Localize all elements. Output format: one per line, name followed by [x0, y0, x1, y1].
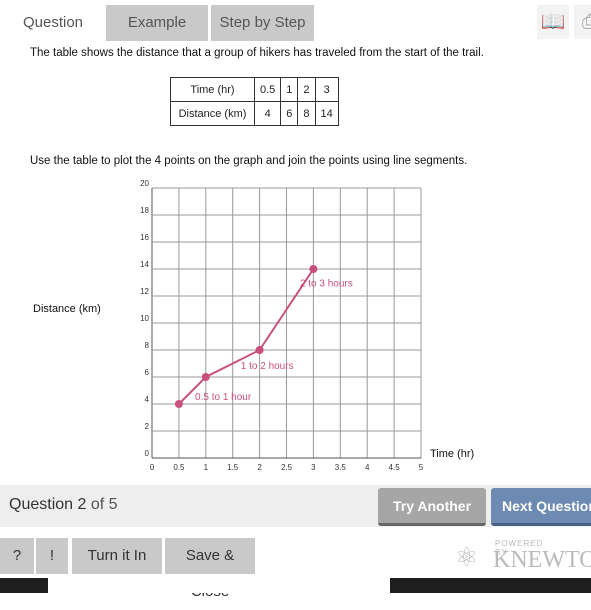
tab-question[interactable]: Question	[8, 5, 98, 41]
help-button[interactable]: ?	[0, 538, 34, 574]
print-icon[interactable]: ⎙	[574, 5, 591, 39]
x-tick-label: 0.5	[173, 463, 185, 472]
x-tick-label: 4.5	[389, 463, 401, 472]
atom-icon: ⚛	[455, 542, 479, 572]
series-line	[178, 268, 315, 405]
x-tick-label: 2.5	[281, 463, 293, 472]
segment-annotation: 1 to 2 hours	[241, 361, 294, 372]
y-tick-label: 14	[140, 260, 149, 269]
x-tick-label: 4	[365, 463, 370, 472]
x-tick-label: 3.5	[335, 463, 347, 472]
x-tick-label: 2	[257, 463, 262, 472]
y-axis-label: Distance (km)	[33, 303, 101, 315]
book-icon[interactable]: 📖	[537, 5, 569, 39]
y-tick-label: 20	[140, 180, 149, 188]
table-cell: 6	[280, 101, 299, 126]
x-axis-label: Time (hr)	[430, 448, 474, 460]
intro-text: The table shows the distance that a grou…	[30, 47, 484, 59]
table-cell: 8	[297, 101, 316, 126]
table-cell: 14	[314, 101, 339, 126]
tab-step-by-step[interactable]: Step by Step	[211, 5, 314, 41]
question-footer-bar: Question 2 of 5 Try Another Next Questio…	[0, 485, 591, 527]
table-cell: Distance (km)	[170, 101, 255, 126]
x-tick-label: 0	[150, 463, 155, 472]
y-tick-label: 2	[145, 422, 150, 431]
tab-example[interactable]: Example	[106, 5, 208, 41]
brand-name: KNEWTON	[493, 547, 591, 573]
data-point	[309, 265, 318, 273]
table-cell: 0.5	[253, 77, 282, 102]
x-tick-label: 3	[311, 463, 316, 472]
table-cell: Time (hr)	[170, 77, 255, 102]
data-point	[201, 373, 210, 381]
x-tick-label: 1	[204, 463, 209, 472]
table-cell: 3	[314, 77, 339, 102]
y-tick-label: 4	[145, 395, 150, 404]
start-button[interactable]	[0, 578, 48, 593]
y-tick-label: 6	[145, 368, 150, 377]
table-cell: 4	[253, 101, 282, 126]
x-tick-label: 5	[419, 463, 424, 472]
y-tick-label: 0	[145, 449, 150, 458]
distance-time-graph[interactable]: 0 0.5 1 1.5 2 2.5 3 3.5 4 4.5 5 0 2 4 6 8 10 12 14 16 18 20 Ti…	[130, 180, 480, 475]
next-question-button[interactable]: Next Question	[491, 488, 591, 526]
table-row: Time (hr) 0.5 1 2 3	[170, 77, 339, 102]
y-tick-label: 16	[140, 233, 149, 242]
y-tick-label: 18	[140, 206, 149, 215]
windows-taskbar	[0, 578, 591, 593]
x-tick-label: 1.5	[227, 463, 239, 472]
save-close-button[interactable]: Save & Close	[165, 538, 255, 600]
try-another-button[interactable]: Try Another	[378, 488, 486, 526]
report-button[interactable]: !	[36, 538, 68, 574]
question-counter: Question 2 of 5	[9, 496, 118, 513]
data-table: Time (hr) 0.5 1 2 3 Distance (km) 4 6 8 14	[170, 77, 339, 126]
table-cell: 1	[280, 77, 299, 102]
table-row: Distance (km) 4 6 8 14	[170, 101, 339, 126]
instruction-text: Use the table to plot the 4 points on th…	[30, 155, 468, 167]
turn-it-in-button[interactable]: Turn it In	[72, 538, 162, 574]
table-cell: 2	[297, 77, 316, 102]
y-tick-label: 8	[145, 341, 150, 350]
data-point	[174, 400, 183, 408]
data-point	[255, 346, 264, 354]
taskbar-search-box[interactable]	[48, 578, 390, 593]
segment-annotation: 0.5 to 1 hour	[195, 392, 252, 403]
y-tick-label: 10	[140, 314, 149, 323]
segment-annotation: 2 to 3 hours	[300, 279, 353, 290]
y-tick-label: 12	[140, 287, 149, 296]
